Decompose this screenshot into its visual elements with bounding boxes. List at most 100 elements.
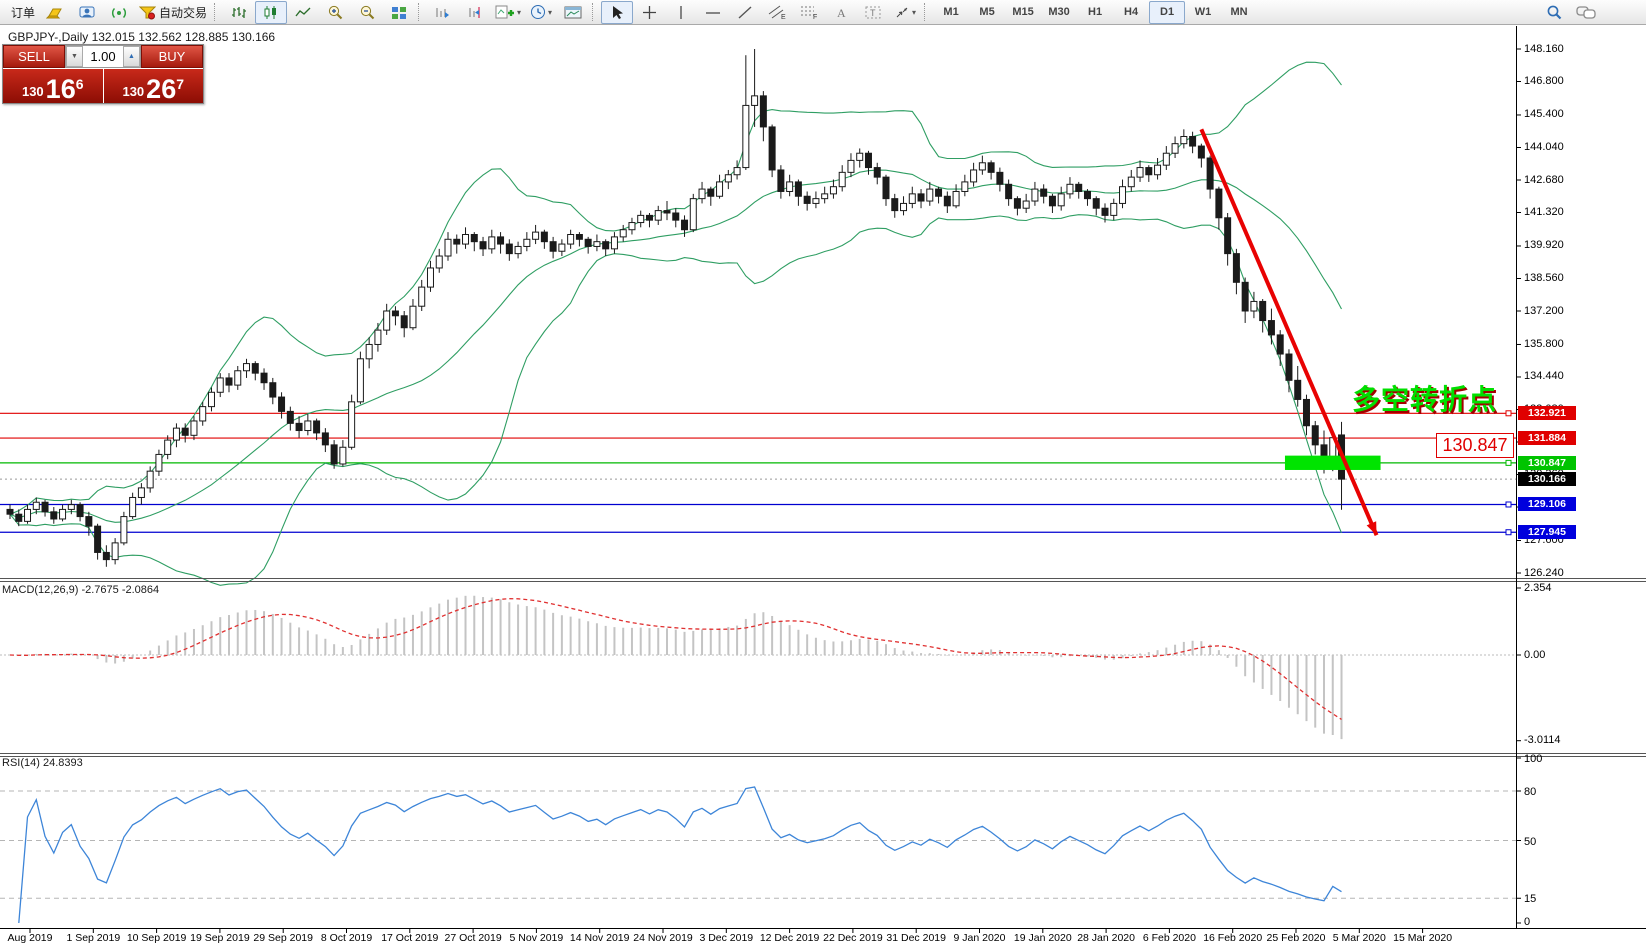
chevron-down-icon: ▾ (517, 8, 521, 17)
rsi-axis-label: 80 (1524, 786, 1536, 798)
timeframe-W1[interactable]: W1 (1185, 1, 1221, 24)
timeframe-MN[interactable]: MN (1221, 1, 1257, 24)
macd-axis-label: 0.00 (1524, 649, 1545, 661)
timeframe-M1[interactable]: M1 (933, 1, 969, 24)
timeframe-H4[interactable]: H4 (1113, 1, 1149, 24)
date-axis-label: 19 Sep 2019 (190, 932, 250, 944)
autotrading-button[interactable]: 自动交易 (135, 1, 211, 24)
chart-canvas[interactable] (0, 0, 1646, 947)
chevron-down-icon: ▾ (548, 8, 552, 17)
price-tag-129.106: 129.106 (1518, 497, 1576, 511)
new-chart-button[interactable]: ▾ (491, 1, 525, 24)
date-axis-label: 28 Jan 2020 (1077, 932, 1135, 944)
macd-indicator-label: MACD(12,26,9) -2.7675 -2.0864 (2, 584, 159, 596)
price-axis-label: 144.040 (1524, 141, 1564, 153)
date-axis-label: 29 Sep 2019 (253, 932, 313, 944)
level-price-callout[interactable]: 130.847 (1436, 433, 1514, 458)
price-tag-131.884: 131.884 (1518, 431, 1576, 445)
line-chart-type-button[interactable] (287, 1, 319, 24)
chevron-down-icon: ▾ (912, 8, 916, 17)
buy-price-sup: 7 (176, 76, 184, 92)
candlestick-chart-type-button[interactable] (255, 1, 287, 24)
timeframe-M5[interactable]: M5 (969, 1, 1005, 24)
zoom-in-button[interactable] (319, 1, 351, 24)
sell-price-prefix: 130 (22, 84, 44, 99)
buy-price[interactable]: 130 26 7 (104, 69, 204, 103)
text-label-tool-button[interactable]: T (857, 1, 889, 24)
price-tag-132.921: 132.921 (1518, 406, 1576, 420)
date-axis-label: 3 Dec 2019 (699, 932, 753, 944)
search-button[interactable] (1538, 1, 1570, 24)
new-order-button[interactable]: 订单 (4, 1, 39, 24)
crosshair-tool-button[interactable] (633, 1, 665, 24)
community-icon[interactable] (71, 1, 103, 24)
price-axis-label: 141.320 (1524, 206, 1564, 218)
arrows-tool-button[interactable]: ▾ (889, 1, 921, 24)
macd-axis-label: -3.0114 (1524, 734, 1561, 746)
rsi-indicator-label: RSI(14) 24.8393 (2, 757, 83, 769)
timeframe-M30[interactable]: M30 (1041, 1, 1077, 24)
date-axis-label: 25 Feb 2020 (1267, 932, 1326, 944)
svg-text:T: T (870, 8, 876, 18)
sell-button[interactable]: SELL (3, 45, 65, 68)
tile-windows-button[interactable] (383, 1, 415, 24)
toolbar-separator (924, 3, 930, 21)
date-axis-label: 31 Dec 2019 (886, 932, 946, 944)
toolbar-separator (214, 3, 220, 21)
equidistant-channel-tool-button[interactable]: E (761, 1, 793, 24)
volume-up-button[interactable]: ▲ (123, 46, 140, 67)
rsi-axis-label: 15 (1524, 893, 1536, 905)
period-selector-button[interactable]: ▾ (525, 1, 557, 24)
one-click-trade-panel: SELL ▼ ▲ BUY 130 16 6 130 26 7 (2, 44, 204, 104)
date-axis-label: Aug 2019 (8, 932, 53, 944)
sell-price[interactable]: 130 16 6 (3, 69, 104, 103)
chat-button[interactable] (1570, 1, 1602, 24)
buy-price-prefix: 130 (122, 84, 144, 99)
toolbar-separator (418, 3, 424, 21)
signals-icon[interactable] (103, 1, 135, 24)
price-axis-label: 142.680 (1524, 174, 1564, 186)
autotrading-label: 自动交易 (159, 4, 207, 21)
sell-price-sup: 6 (76, 76, 84, 92)
rsi-axis-label: 100 (1524, 753, 1542, 765)
sell-price-big: 16 (46, 77, 76, 101)
chart-shift-button[interactable] (459, 1, 491, 24)
timeframe-D1[interactable]: D1 (1149, 1, 1185, 24)
price-axis-label: 146.800 (1524, 75, 1564, 87)
auto-scroll-button[interactable] (427, 1, 459, 24)
timeframe-M15[interactable]: M15 (1005, 1, 1041, 24)
new-order-label: 订单 (11, 4, 35, 21)
svg-text:E: E (781, 14, 786, 20)
date-axis-label: 10 Sep 2019 (127, 932, 187, 944)
price-axis-label: 137.200 (1524, 305, 1564, 317)
trendline-tool-button[interactable] (729, 1, 761, 24)
date-axis-label: 14 Nov 2019 (570, 932, 630, 944)
volume-input[interactable] (83, 46, 123, 67)
vertical-line-tool-button[interactable] (665, 1, 697, 24)
svg-text:A: A (837, 6, 846, 20)
horizontal-line-tool-button[interactable] (697, 1, 729, 24)
rsi-axis-label: 0 (1524, 916, 1530, 928)
buy-button[interactable]: BUY (141, 45, 203, 68)
zoom-out-button[interactable] (351, 1, 383, 24)
volume-down-button[interactable]: ▼ (66, 46, 83, 67)
text-tool-button[interactable]: A (825, 1, 857, 24)
cursor-tool-button[interactable] (601, 1, 633, 24)
date-axis-label: 5 Nov 2019 (510, 932, 564, 944)
date-axis-label: 8 Oct 2019 (321, 932, 372, 944)
templates-button[interactable] (557, 1, 589, 24)
price-tag-127.945: 127.945 (1518, 525, 1576, 539)
fibonacci-tool-button[interactable]: F (793, 1, 825, 24)
price-axis-label: 145.400 (1524, 108, 1564, 120)
gold-bar-icon[interactable] (39, 1, 71, 24)
chinese-annotation[interactable]: 多空转折点 (1352, 378, 1497, 418)
timeframe-H1[interactable]: H1 (1077, 1, 1113, 24)
date-axis-label: 6 Feb 2020 (1143, 932, 1196, 944)
price-tag-130.847: 130.847 (1518, 456, 1576, 470)
main-toolbar: 订单 自动交易 ▾ ▾ (0, 0, 1646, 25)
date-axis-label: 16 Feb 2020 (1203, 932, 1262, 944)
bar-chart-type-button[interactable] (223, 1, 255, 24)
date-axis-label: 12 Dec 2019 (760, 932, 820, 944)
date-axis-label: 1 Sep 2019 (66, 932, 120, 944)
chart-title: GBPJPY-,Daily 132.015 132.562 128.885 13… (8, 30, 275, 44)
